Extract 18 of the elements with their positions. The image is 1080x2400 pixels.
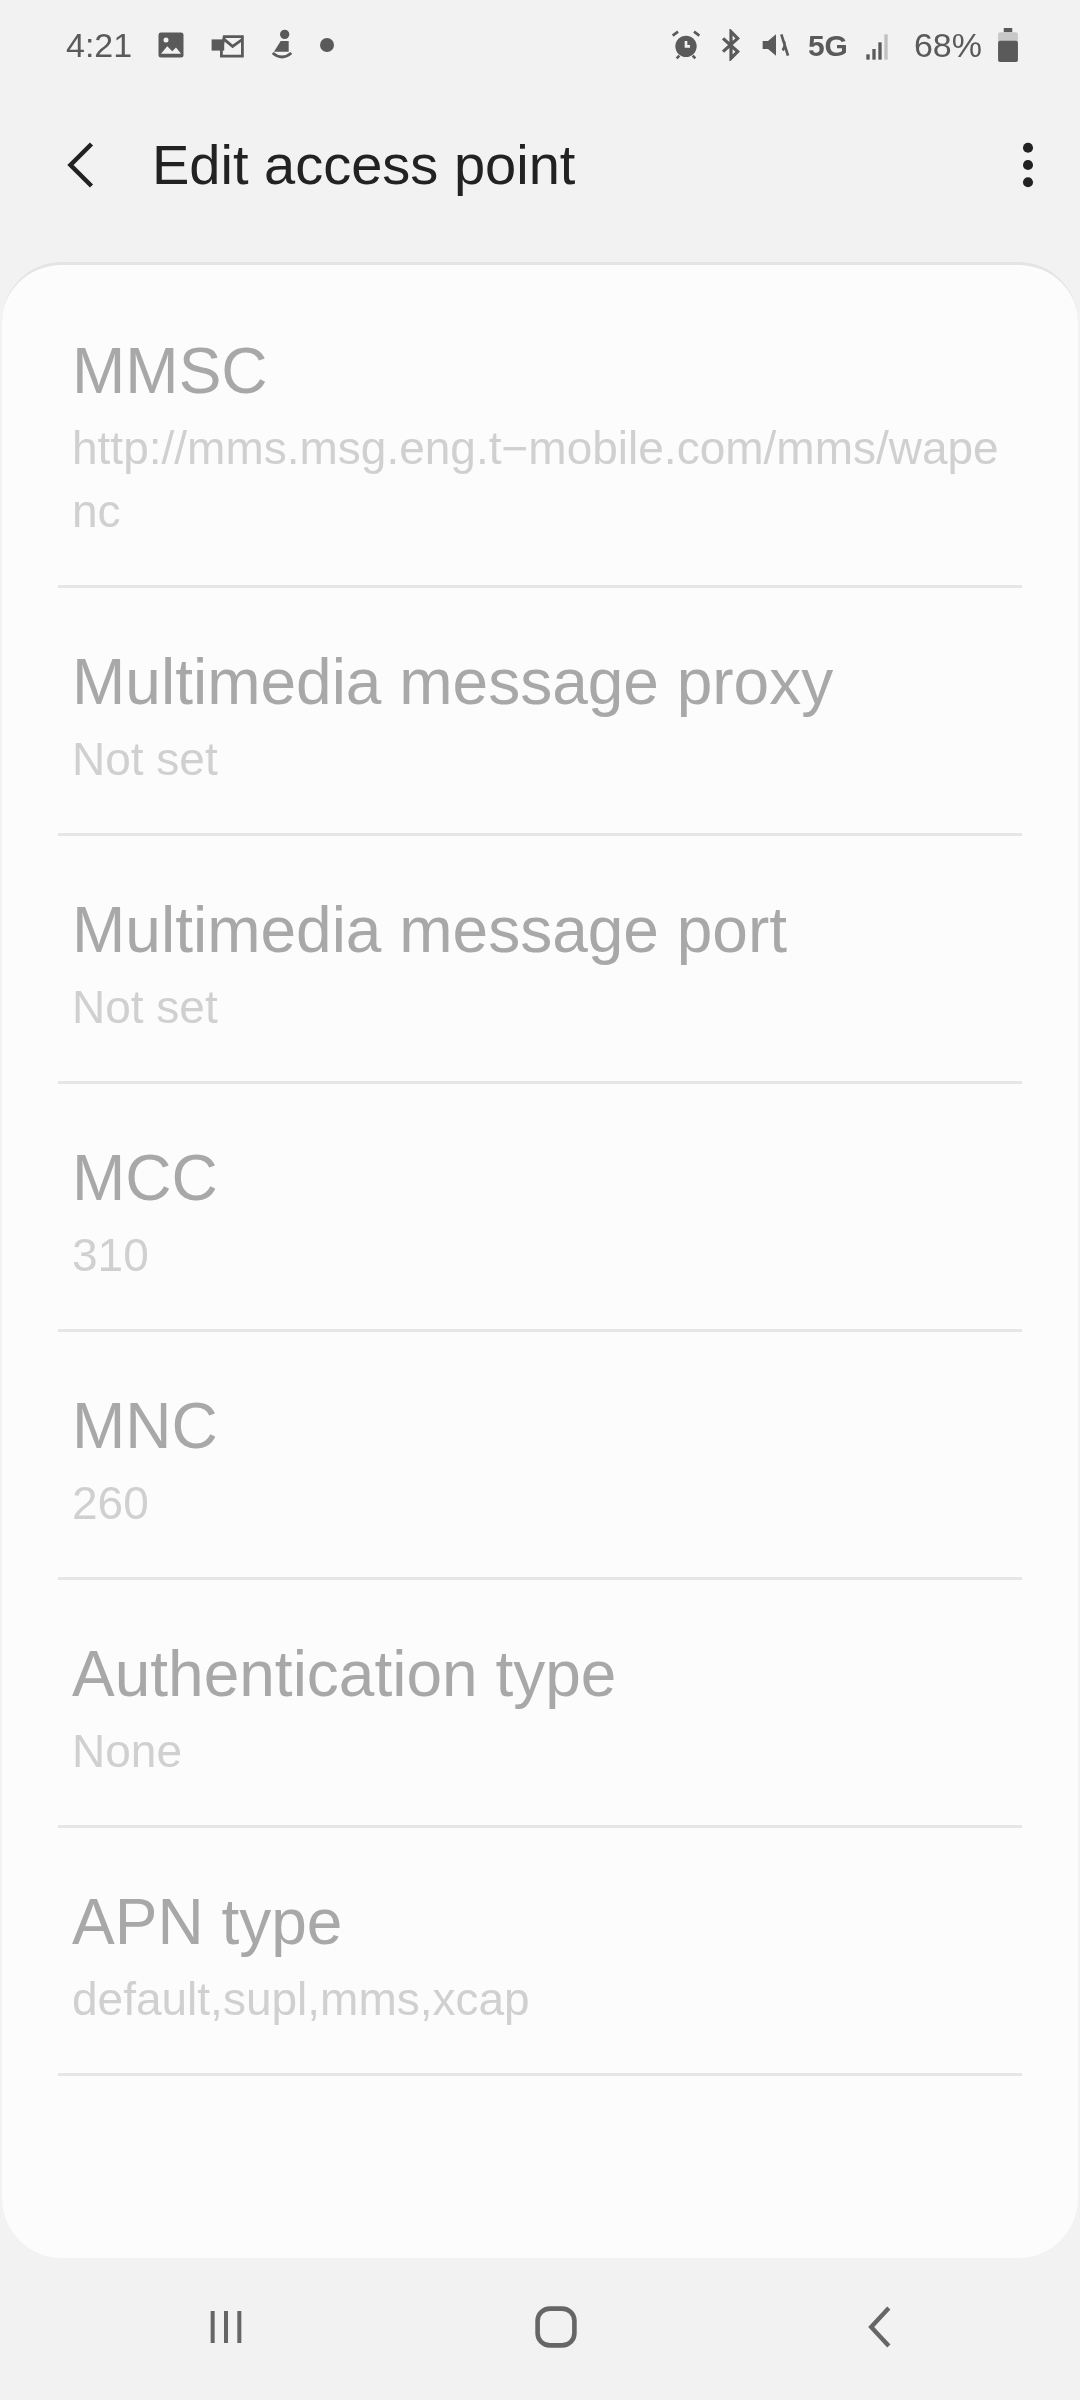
network-text: 5G (807, 27, 848, 64)
setting-title: APN type (72, 1885, 344, 1960)
battery-text: 68% (913, 24, 982, 66)
setting-title: Multimedia message port (72, 893, 788, 968)
setting-title: MCC (72, 1141, 219, 1216)
setting-title: Authentication type (72, 1637, 618, 1712)
home-icon (533, 2304, 579, 2350)
screen-title: Edit access point (152, 132, 577, 198)
time-text: 4:21 (66, 24, 133, 66)
battery-icon (998, 28, 1018, 62)
setting-title: Multimedia message proxy (72, 645, 835, 720)
image-icon (156, 30, 187, 60)
dot-icon (320, 38, 335, 52)
setting-title: MNC (72, 1389, 219, 1464)
alarm-icon (669, 29, 702, 61)
more-icon (1022, 142, 1034, 188)
setting-title: MMSC (72, 334, 269, 409)
back-icon (66, 141, 96, 189)
